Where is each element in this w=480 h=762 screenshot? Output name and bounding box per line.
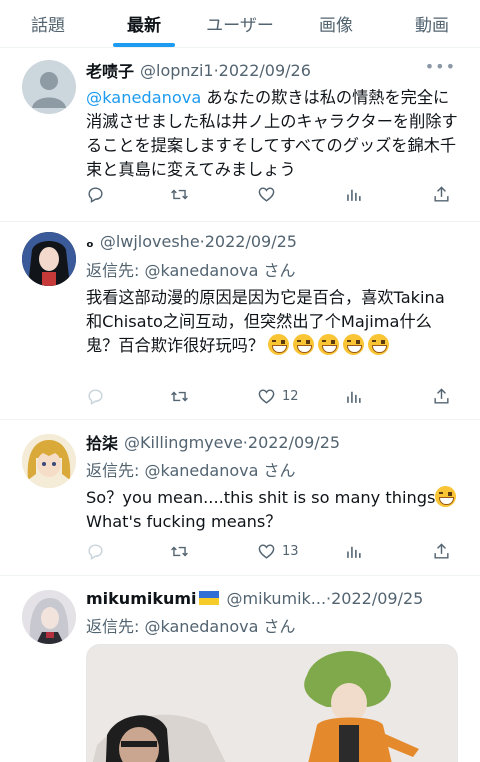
reply-context: 返信先: @kanedanova さん [86, 457, 296, 481]
reply-button[interactable] [86, 182, 105, 206]
reply-mention[interactable]: @kanedanova [145, 461, 259, 480]
share-icon [434, 542, 449, 559]
reply-icon [88, 388, 103, 405]
tweet-date[interactable]: 2022/09/25 [331, 589, 423, 608]
tweet-text: @kanedanova あなたの欺きは私の情熱を完全に消滅させました私は井ノ上の… [86, 86, 462, 182]
reply-suffix: さん [263, 461, 296, 480]
share-button[interactable] [432, 182, 451, 206]
like-button[interactable]: 13 [257, 539, 299, 563]
search-tabs: 話題 最新 ユーザー 画像 動画 [0, 0, 480, 48]
tweet-text-content: 我看这部动漫的原因是因为它是百合，喜欢Takina和Chisato之间互动，但突… [86, 288, 445, 355]
reply-context: 返信先: @kanedanova さん [86, 257, 296, 281]
views-button[interactable] [344, 182, 363, 206]
heart-icon [258, 543, 275, 559]
views-button[interactable] [344, 384, 363, 408]
reply-context: 返信先: @kanedanova さん [86, 613, 296, 637]
like-count: 12 [282, 388, 299, 404]
tab-latest[interactable]: 最新 [96, 0, 192, 47]
avatar[interactable] [22, 60, 76, 114]
tweet[interactable]: mikumikumi @mikumik... · 2022/09/25 返信先:… [0, 576, 480, 762]
blonde-anime-avatar-icon [22, 434, 76, 488]
display-name[interactable]: 老啧子 [86, 58, 134, 82]
avatar[interactable] [22, 590, 76, 644]
retweet-button[interactable] [170, 539, 189, 563]
tweet-actions: 13 [86, 539, 456, 563]
analytics-icon [347, 391, 361, 403]
retweet-button[interactable] [170, 182, 189, 206]
user-handle[interactable]: @lopnzi1 [140, 61, 214, 80]
tweet-text: So？you mean....this shit is so many thin… [86, 486, 470, 534]
like-count: 13 [282, 543, 299, 559]
display-name[interactable]: mikumikumi [86, 589, 197, 608]
display-name[interactable]: ₒ [86, 232, 94, 251]
user-handle[interactable]: @lwjloveshe [100, 232, 200, 251]
grinning-sweat-emoji [293, 334, 315, 355]
reply-mention[interactable]: @kanedanova [145, 261, 259, 280]
tweet-date[interactable]: 2022/09/26 [219, 61, 311, 80]
tweet-actions: 12 [86, 384, 456, 408]
reply-label: 返信先: [86, 261, 140, 280]
anime-meme-image [87, 645, 457, 762]
anime-girl-avatar-icon [22, 232, 76, 286]
more-options-icon[interactable]: ••• [425, 57, 456, 76]
tweet[interactable]: 老啧子 @lopnzi1 · 2022/09/26 ••• @kanedanov… [0, 48, 480, 222]
heart-icon [258, 186, 275, 202]
reply-icon [88, 186, 103, 203]
reply-label: 返信先: [86, 461, 140, 480]
tweet-text-line: What's fucking means？ [86, 512, 282, 531]
tweet-date[interactable]: 2022/09/25 [205, 232, 297, 251]
share-button[interactable] [432, 384, 451, 408]
share-icon [434, 185, 449, 202]
tab-images[interactable]: 画像 [288, 0, 384, 47]
display-name[interactable]: 拾柒 [86, 430, 118, 454]
ukraine-flag-icon [198, 591, 219, 605]
tweet-text: 我看这部动漫的原因是因为它是百合，喜欢Takina和Chisato之间互动，但突… [86, 286, 452, 358]
reply-mention[interactable]: @kanedanova [145, 617, 259, 636]
tweet-date[interactable]: 2022/09/25 [248, 433, 340, 452]
default-avatar-icon [32, 72, 66, 108]
grinning-sweat-emoji [268, 334, 290, 355]
tab-videos[interactable]: 動画 [384, 0, 480, 47]
tweet-text-line: So？you mean....this shit is so many thin… [86, 488, 436, 507]
mention-link[interactable]: @kanedanova [86, 88, 201, 107]
share-button[interactable] [432, 539, 451, 563]
grinning-sweat-emoji [435, 486, 457, 507]
retweet-icon [171, 391, 188, 401]
avatar[interactable] [22, 232, 76, 286]
tweet-actions [86, 182, 456, 206]
retweet-button[interactable] [170, 384, 189, 408]
heart-icon [258, 388, 275, 404]
reply-suffix: さん [263, 617, 296, 636]
retweet-icon [171, 189, 188, 199]
reply-button[interactable] [86, 384, 105, 408]
grinning-sweat-emoji [318, 334, 340, 355]
views-button[interactable] [344, 539, 363, 563]
tweet-header: 老啧子 @lopnzi1 · 2022/09/26 [86, 58, 460, 82]
tweet-header: 拾柒 @Killingmyeve · 2022/09/25 [86, 430, 460, 454]
user-handle[interactable]: @mikumik... [227, 589, 327, 608]
avatar[interactable] [22, 434, 76, 488]
tweet[interactable]: 拾柒 @Killingmyeve · 2022/09/25 返信先: @kane… [0, 420, 480, 576]
retweet-icon [171, 546, 188, 556]
like-button[interactable]: 12 [257, 384, 299, 408]
tweet-header: ₒ @lwjloveshe · 2022/09/25 [86, 229, 460, 253]
reply-icon [88, 543, 103, 560]
grinning-sweat-emoji [368, 334, 390, 355]
tweet-header: mikumikumi @mikumik... · 2022/09/25 [86, 586, 460, 610]
reply-label: 返信先: [86, 617, 140, 636]
tweet[interactable]: ₒ @lwjloveshe · 2022/09/25 返信先: @kanedan… [0, 222, 480, 420]
grinning-sweat-emoji [343, 334, 365, 355]
reply-button[interactable] [86, 539, 105, 563]
tweet-media-image[interactable] [86, 644, 458, 762]
user-handle[interactable]: @Killingmyeve [124, 433, 243, 452]
silver-hair-avatar-icon [22, 590, 76, 644]
analytics-icon [347, 546, 361, 558]
reply-suffix: さん [263, 261, 296, 280]
analytics-icon [347, 189, 361, 201]
tab-users[interactable]: ユーザー [192, 0, 288, 47]
tab-topics[interactable]: 話題 [0, 0, 96, 47]
share-icon [434, 387, 449, 404]
like-button[interactable] [257, 182, 276, 206]
